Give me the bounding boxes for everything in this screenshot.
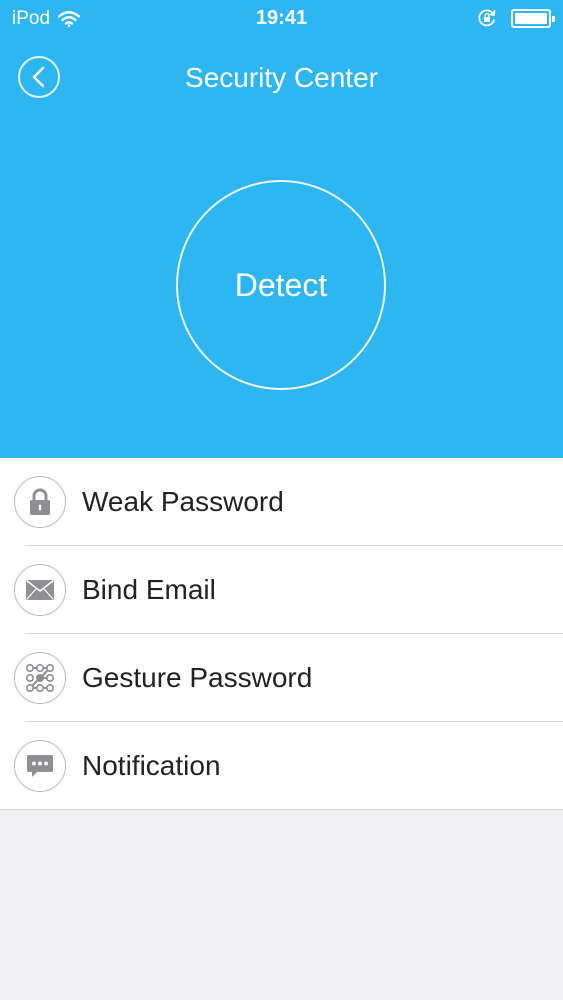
security-center-screen: iPod 19:41 Security Center Detect Weak P… — [0, 0, 563, 1000]
page-title: Security Center — [185, 62, 378, 93]
gesture-pattern-icon — [14, 652, 66, 704]
status-right — [477, 8, 555, 28]
menu-item-label: Notification — [82, 750, 221, 781]
menu-item-weak-password[interactable]: Weak Password — [0, 458, 563, 546]
detect-button[interactable]: Detect — [176, 180, 386, 390]
menu-item-label: Gesture Password — [82, 662, 313, 693]
battery-icon — [511, 8, 555, 28]
security-menu-list: Weak Password Bind Email Gesture Passwor… — [0, 458, 563, 810]
detect-label: Detect — [234, 266, 328, 303]
divider — [0, 809, 563, 810]
message-bubble-icon — [14, 740, 66, 792]
menu-item-gesture-password[interactable]: Gesture Password — [0, 634, 563, 722]
status-bar: iPod 19:41 — [0, 0, 563, 38]
lock-icon — [14, 476, 66, 528]
envelope-icon — [14, 564, 66, 616]
menu-item-bind-email[interactable]: Bind Email — [0, 546, 563, 634]
rotation-lock-icon — [478, 9, 496, 27]
menu-item-label: Bind Email — [82, 574, 216, 605]
menu-item-notification[interactable]: Notification — [0, 722, 563, 810]
menu-item-label: Weak Password — [82, 486, 284, 517]
